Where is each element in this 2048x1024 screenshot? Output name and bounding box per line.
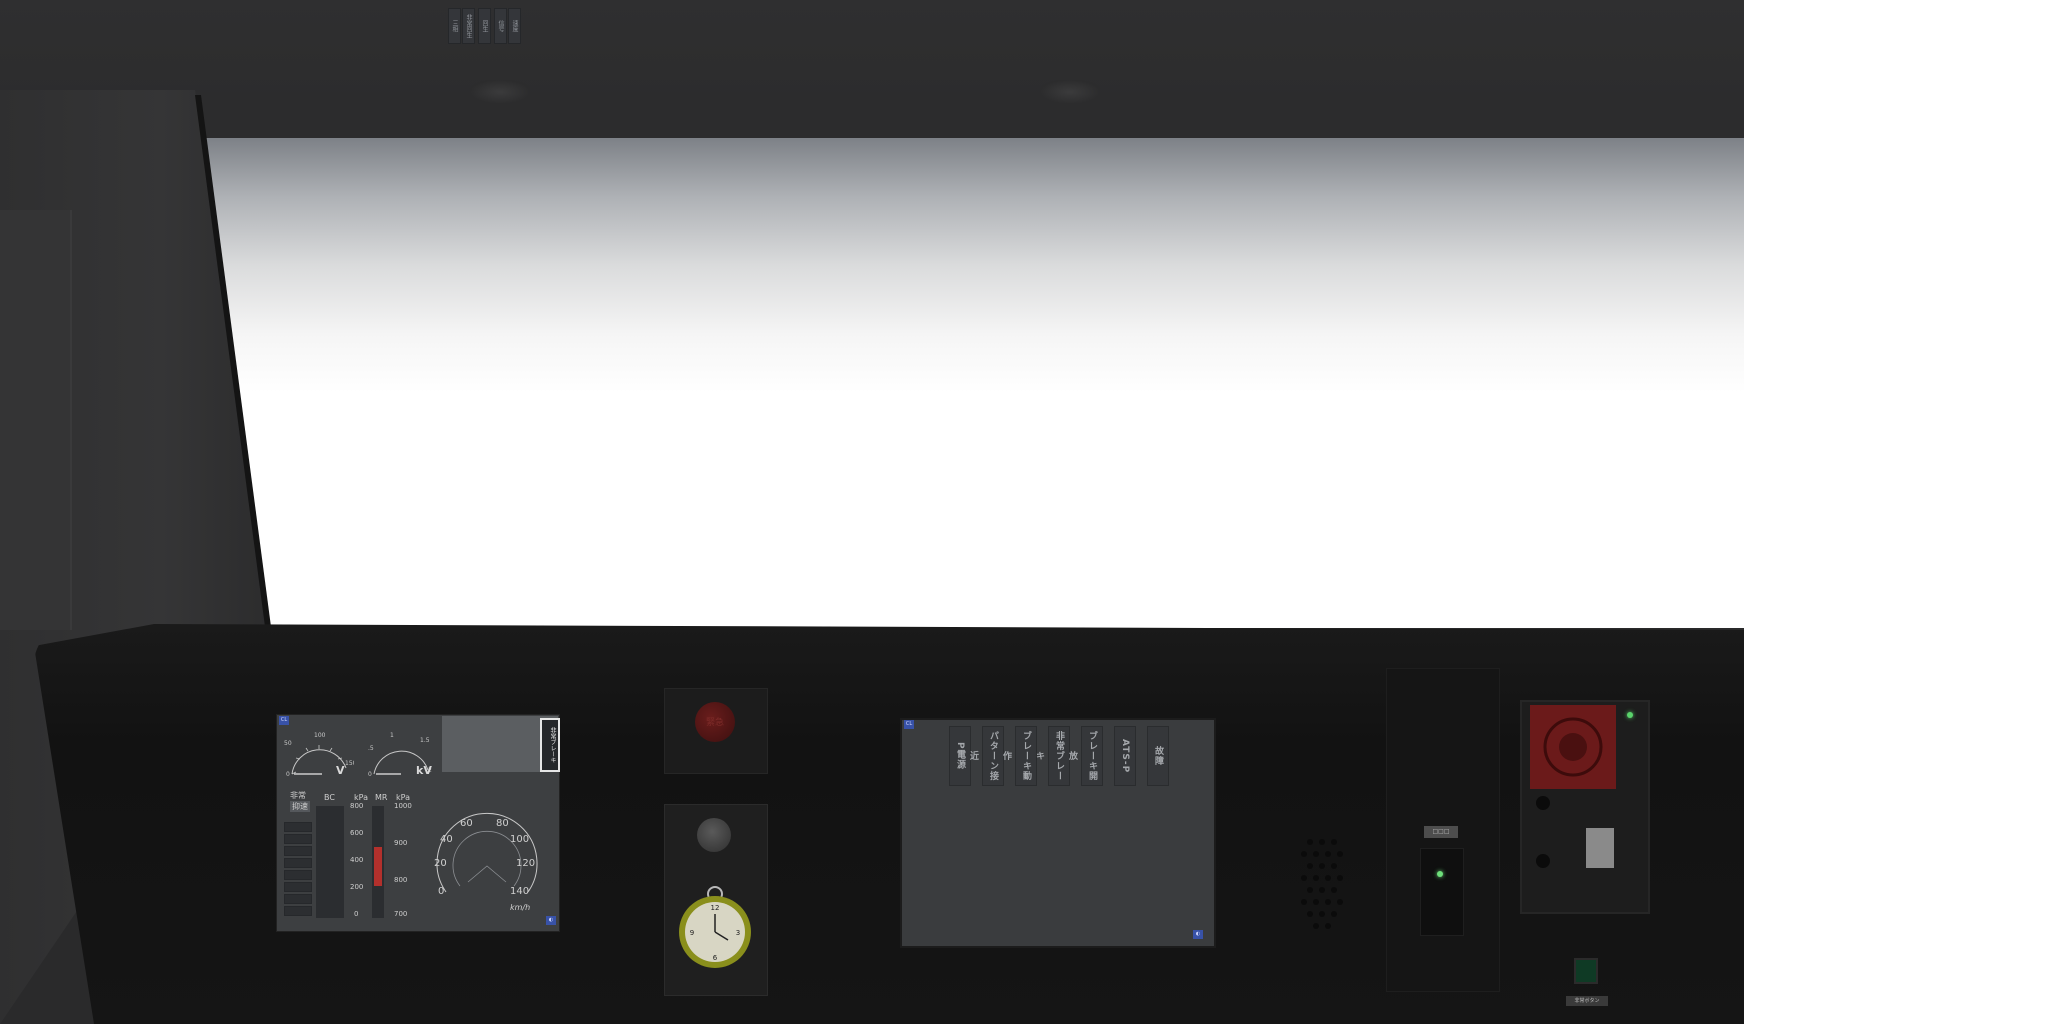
cab-scene: CL ◐ 0 50 100 150 V 0 .5 1 1.5 2 kV 三相 非… [0,0,1744,1024]
display-badge: CL [279,716,289,725]
bc-tick: 600 [350,829,364,837]
lamp-fault: 故障 [1147,726,1169,786]
status-cell: 三相 [448,8,461,44]
voltmeter-tick: 0 [286,771,290,778]
voltmeter-tick: 150 [345,760,354,767]
kv-tick: 1.5 [420,737,430,744]
ceiling-light [470,80,530,104]
speed-tick: 60 [460,818,473,829]
speed-tick: 0 [438,886,444,897]
annunciator-badge: CL [904,720,914,729]
radio-button[interactable] [1536,854,1550,868]
bc-tick: 800 [350,802,364,810]
radio-button[interactable] [1536,796,1550,810]
holding-brake-label: 抑速 [290,801,310,812]
mr-tick: 1000 [394,802,412,810]
mr-label: MR [375,793,388,802]
mr-tick: 700 [394,910,408,918]
mr-unit: kPa [396,793,410,802]
lamp-ats-p: ATS-P [1114,726,1136,786]
windshield [196,138,1744,628]
notch-led [284,834,312,844]
display-badge-bottom: ◐ [546,916,556,925]
notch-led [284,894,312,904]
mr-tick: 900 [394,839,408,847]
annunciator-badge-bottom: ◐ [1193,930,1203,939]
kv-tick: 1 [390,732,394,739]
kv-tick: 0 [368,771,372,778]
bc-pressure-bar [316,806,344,918]
blank-area [1744,0,2048,1024]
notch-led [284,846,312,856]
bc-label: BC [324,793,335,802]
radio-led [1627,712,1633,718]
mr-pressure-fill [374,847,382,886]
ceiling-trim [200,92,1744,138]
speed-unit: km/h [510,903,530,912]
radio-keypad[interactable] [1586,828,1614,868]
kilovoltmeter-unit: kV [416,764,432,777]
status-cell: 速度 [508,8,521,44]
emergency-stop-button[interactable]: 緊急 [695,702,735,742]
radio-dial[interactable] [1530,705,1616,789]
svg-text:6: 6 [713,954,718,962]
speed-tick: 140 [510,886,529,897]
bc-tick: 0 [354,910,359,918]
bc-unit: kPa [354,793,368,802]
indicator-panel [1420,848,1464,936]
cabinet-tag: □□□ [1424,826,1458,838]
status-cell: 信号 [494,8,507,44]
notch-led [284,858,312,868]
side-window [0,210,72,630]
voltmeter-tick: 100 [314,732,326,739]
mr-tick: 800 [394,876,408,884]
lamp-brake-release: ブレーキ開放 [1067,726,1103,786]
speaker-grille [1301,839,1343,929]
speed-tick: 120 [516,858,535,869]
kv-tick: .5 [368,745,374,752]
voltmeter-tick: 50 [284,740,292,747]
svg-text:3: 3 [736,929,740,937]
button-tag: 非常ボタン [1566,996,1608,1006]
emergency-label: 非常 [290,791,306,800]
svg-text:9: 9 [690,929,694,937]
notch-led [284,882,312,892]
notch-indicator-column [284,822,312,918]
radio-dial-icon [1543,717,1603,777]
speed-tick: 80 [496,818,509,829]
speed-tick: 100 [510,834,529,845]
status-cell: 非常回生 [462,8,475,44]
bc-tick: 400 [350,856,364,864]
notch-led [284,906,312,916]
speedometer: 0 20 40 60 80 100 120 140 km/h [434,812,538,912]
svg-text:12: 12 [711,904,720,912]
bc-tick: 200 [350,883,364,891]
status-cell-active: 非常ブレーキ [540,718,560,772]
pocket-watch-icon: 12 3 6 9 [679,886,751,968]
ceiling-light [1040,80,1100,104]
notch-led [284,870,312,880]
status-led [1437,871,1443,877]
green-push-button[interactable] [1574,958,1598,984]
speed-tick: 20 [434,858,447,869]
voltmeter-unit: V [336,764,345,777]
notch-led [284,822,312,832]
status-cell: 回生 [478,8,491,44]
round-push-button[interactable] [697,818,731,852]
speed-tick: 40 [440,834,453,845]
